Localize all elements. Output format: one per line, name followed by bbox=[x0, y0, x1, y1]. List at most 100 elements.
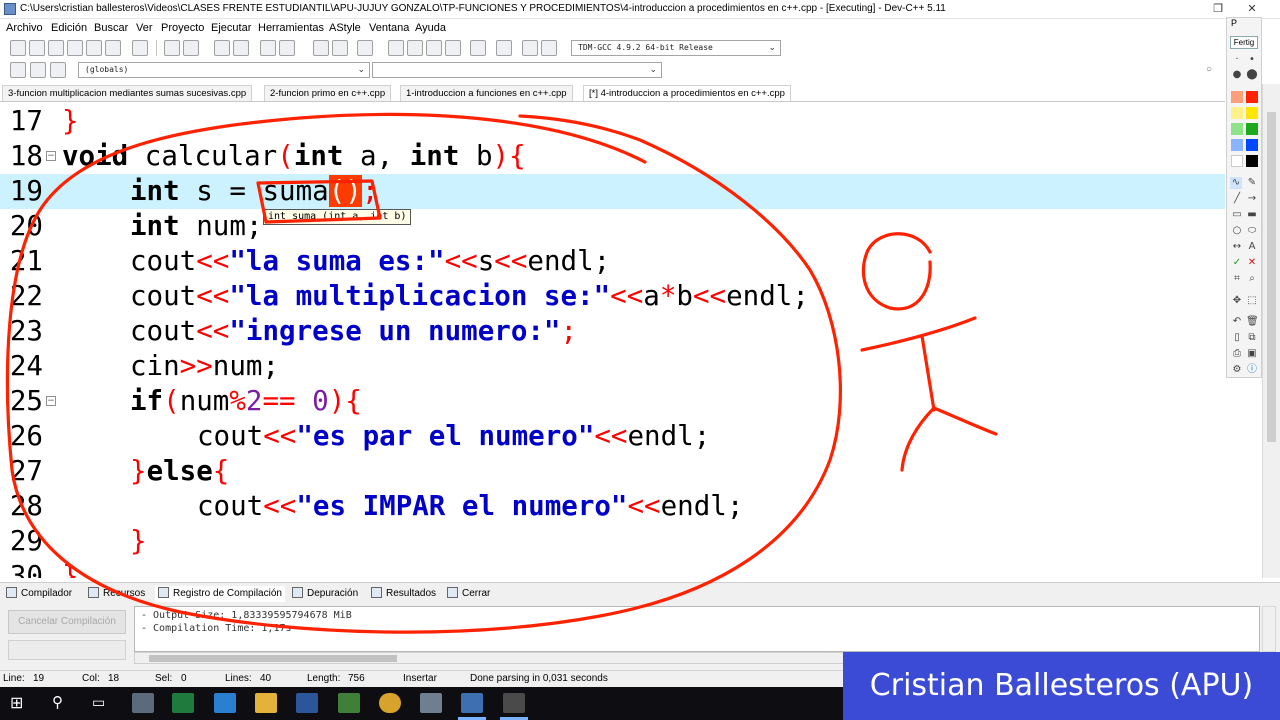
tab-registro-compilacion[interactable]: Registro de Compilación bbox=[155, 586, 285, 602]
word-icon[interactable] bbox=[296, 693, 318, 713]
restore-icon[interactable]: ❐ bbox=[1206, 1, 1230, 17]
scope-select[interactable]: (globals) ⌄ bbox=[78, 62, 370, 78]
file-explorer-icon[interactable] bbox=[255, 693, 277, 713]
trash-icon[interactable]: 🗑 bbox=[1246, 316, 1259, 328]
color-swatch[interactable] bbox=[1231, 123, 1243, 135]
toggle-bookmark-icon[interactable] bbox=[30, 62, 46, 78]
tab-primo[interactable]: 2-funcion primo en c++.cpp bbox=[264, 85, 392, 101]
scrollbar-thumb[interactable] bbox=[1267, 112, 1276, 442]
menu-archivo[interactable]: Archivo bbox=[6, 22, 43, 34]
check-icon[interactable]: ✓ bbox=[1231, 257, 1243, 269]
new-file-icon[interactable] bbox=[10, 40, 26, 56]
cross-icon[interactable]: ✕ bbox=[1246, 257, 1258, 269]
goto-line-icon[interactable] bbox=[260, 40, 276, 56]
undo-draw-icon[interactable]: ↶ bbox=[1231, 316, 1243, 328]
taskbar-app-icon[interactable] bbox=[338, 693, 360, 713]
run-icon[interactable] bbox=[407, 40, 423, 56]
compile-log[interactable]: - Output Size: 1,83339595794678 MiB - Com… bbox=[134, 606, 1260, 652]
double-arrow-icon[interactable]: ↔ bbox=[1231, 241, 1243, 253]
task-view-icon[interactable]: ▭ bbox=[92, 694, 105, 711]
undo-icon[interactable] bbox=[164, 40, 180, 56]
medium-dot-icon[interactable]: • bbox=[1246, 54, 1258, 66]
move-icon[interactable]: ✥ bbox=[1231, 295, 1243, 307]
taskbar-app-icon[interactable] bbox=[420, 693, 442, 713]
arrow-tool-icon[interactable]: → bbox=[1246, 193, 1258, 205]
crop-icon[interactable]: ⌗ bbox=[1231, 273, 1243, 285]
menu-ver[interactable]: Ver bbox=[136, 22, 153, 34]
tab-compilador[interactable]: Compilador bbox=[6, 586, 72, 602]
find-icon[interactable] bbox=[214, 40, 230, 56]
indent-icon[interactable] bbox=[313, 40, 329, 56]
save-icon[interactable]: ▣ bbox=[1246, 348, 1258, 360]
profile-icon[interactable] bbox=[522, 40, 538, 56]
print-icon[interactable] bbox=[132, 40, 148, 56]
log-vertical-scrollbar[interactable] bbox=[1262, 606, 1276, 652]
chrome-icon[interactable] bbox=[379, 693, 401, 713]
color-swatch[interactable] bbox=[1246, 155, 1258, 167]
devcpp-taskbar-icon[interactable] bbox=[461, 693, 483, 713]
search-icon[interactable]: ⚲ bbox=[52, 693, 63, 711]
redo-icon[interactable] bbox=[183, 40, 199, 56]
close-icon[interactable]: ✕ bbox=[1240, 1, 1264, 17]
menu-ventana[interactable]: Ventana bbox=[369, 22, 409, 34]
menu-herramientas[interactable]: Herramientas bbox=[258, 22, 324, 34]
compiler-select[interactable]: TDM-GCC 4.9.2 64-bit Release ⌄ bbox=[571, 40, 781, 56]
menu-ayuda[interactable]: Ayuda bbox=[415, 22, 446, 34]
color-swatch[interactable] bbox=[1231, 139, 1243, 151]
fold-toggle-icon[interactable]: − bbox=[46, 396, 56, 406]
freehand-pen-icon[interactable]: ∿ bbox=[1230, 177, 1242, 189]
filled-ellipse-icon[interactable]: ⬭ bbox=[1246, 225, 1258, 237]
settings-icon[interactable]: ⚙ bbox=[1231, 364, 1243, 376]
delete-profile-icon[interactable] bbox=[541, 40, 557, 56]
insert-icon[interactable] bbox=[10, 62, 26, 78]
save-all-icon[interactable] bbox=[67, 40, 83, 56]
vscode-icon[interactable] bbox=[214, 693, 236, 713]
close-all-icon[interactable] bbox=[105, 40, 121, 56]
menu-edicion[interactable]: Edición bbox=[51, 22, 87, 34]
code-editor[interactable]: 17 } 18 − void calcular(int a, int b){ 1… bbox=[0, 104, 1225, 578]
text-tool-icon[interactable]: A bbox=[1246, 241, 1258, 253]
syntax-check-icon[interactable] bbox=[470, 40, 486, 56]
highlighter-icon[interactable]: ✎ bbox=[1246, 177, 1258, 189]
ellipse-icon[interactable]: ○ bbox=[1231, 225, 1243, 237]
symbol-select[interactable]: ⌄ bbox=[372, 62, 662, 78]
new-page-icon[interactable]: ▯ bbox=[1231, 332, 1243, 344]
menu-astyle[interactable]: AStyle bbox=[329, 22, 361, 34]
hide-toolbar-icon[interactable]: ○ bbox=[1206, 64, 1212, 75]
open-file-icon[interactable] bbox=[29, 40, 45, 56]
windows-start-icon[interactable]: ⊞ bbox=[10, 693, 23, 713]
color-swatch[interactable] bbox=[1231, 91, 1243, 103]
line-tool-icon[interactable]: ╱ bbox=[1231, 193, 1243, 205]
color-swatch[interactable] bbox=[1246, 123, 1258, 135]
small-dot-icon[interactable]: · bbox=[1231, 54, 1243, 66]
console-taskbar-icon[interactable] bbox=[503, 693, 525, 713]
tab-procedimientos[interactable]: [*] 4-introduccion a procedimientos en c… bbox=[583, 85, 791, 101]
compile-run-icon[interactable] bbox=[426, 40, 442, 56]
menu-buscar[interactable]: Buscar bbox=[94, 22, 128, 34]
done-button[interactable]: Fertig bbox=[1230, 36, 1258, 49]
tab-multiplicacion[interactable]: 3-funcion multiplicacion mediantes sumas… bbox=[2, 85, 253, 101]
bookmark-icon[interactable] bbox=[279, 40, 295, 56]
xl-dot-icon[interactable]: ⬤ bbox=[1246, 69, 1258, 81]
select-icon[interactable]: ⬚ bbox=[1246, 295, 1258, 307]
color-swatch[interactable] bbox=[1231, 107, 1243, 119]
color-swatch[interactable] bbox=[1231, 155, 1243, 167]
pin-icon[interactable]: P bbox=[1231, 18, 1237, 28]
rectangle-icon[interactable]: ▭ bbox=[1231, 209, 1243, 221]
print-icon[interactable]: ⎙ bbox=[1231, 348, 1243, 360]
menu-ejecutar[interactable]: Ejecutar bbox=[211, 22, 251, 34]
tab-depuracion[interactable]: Depuración bbox=[292, 586, 358, 602]
copy-icon[interactable]: ⧉ bbox=[1246, 332, 1258, 344]
tab-recursos[interactable]: Recursos bbox=[88, 586, 145, 602]
compile-icon[interactable] bbox=[388, 40, 404, 56]
stop-execution-icon[interactable] bbox=[496, 40, 512, 56]
cancel-compilation-button[interactable]: Cancelar Compilación bbox=[8, 610, 126, 634]
filled-rectangle-icon[interactable]: ▬ bbox=[1246, 209, 1258, 221]
save-icon[interactable] bbox=[48, 40, 64, 56]
editor-vertical-scrollbar[interactable] bbox=[1262, 84, 1280, 578]
large-dot-icon[interactable]: ● bbox=[1231, 69, 1243, 81]
menu-proyecto[interactable]: Proyecto bbox=[161, 22, 204, 34]
fold-toggle-icon[interactable]: − bbox=[46, 151, 56, 161]
tab-funciones[interactable]: 1-introduccion a funciones en c++.cpp bbox=[400, 85, 573, 101]
excel-icon[interactable] bbox=[172, 693, 194, 713]
